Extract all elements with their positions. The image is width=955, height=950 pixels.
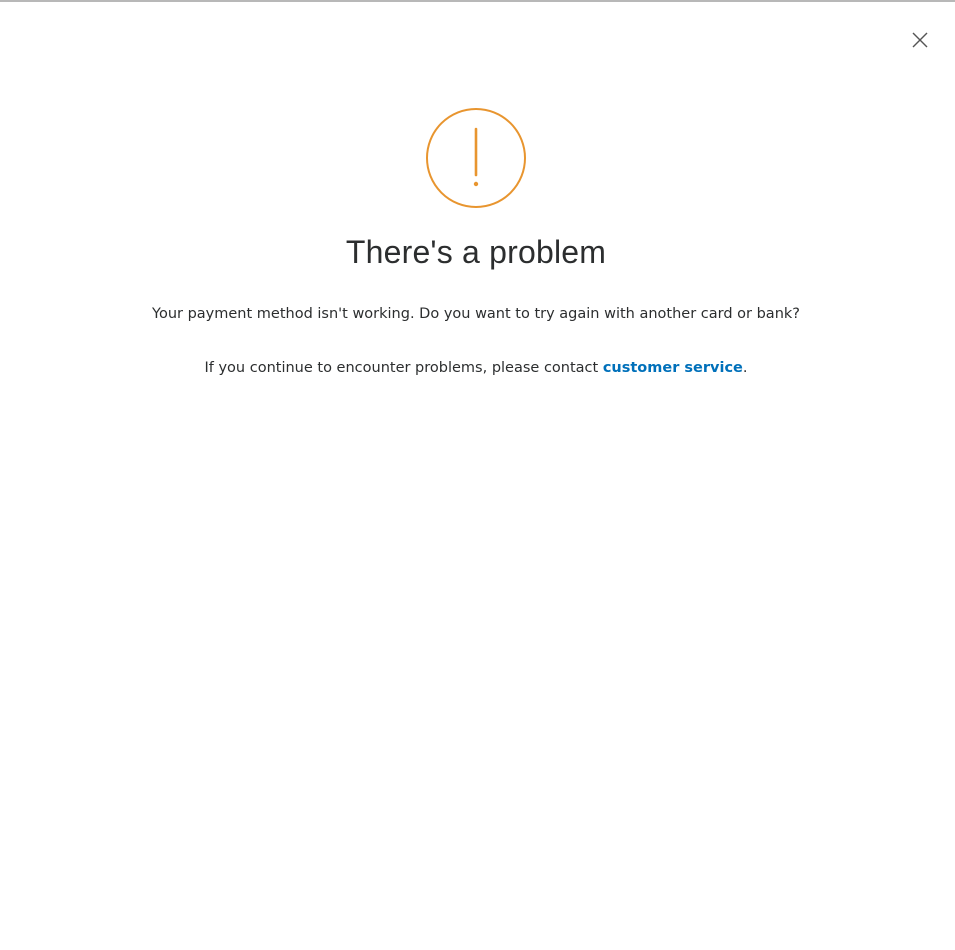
dialog-title: There's a problem [345,234,607,270]
top-divider [0,0,955,2]
contact-prefix: If you continue to encounter problems, p… [204,360,603,376]
error-message: Your payment method isn't working. Do yo… [152,306,800,322]
exclamation-circle-icon [426,108,526,208]
contact-suffix: . [742,360,748,376]
close-icon[interactable] [908,28,932,52]
contact-message: If you continue to encounter problems, p… [0,360,952,376]
customer-service-link[interactable]: customer service [603,360,743,376]
